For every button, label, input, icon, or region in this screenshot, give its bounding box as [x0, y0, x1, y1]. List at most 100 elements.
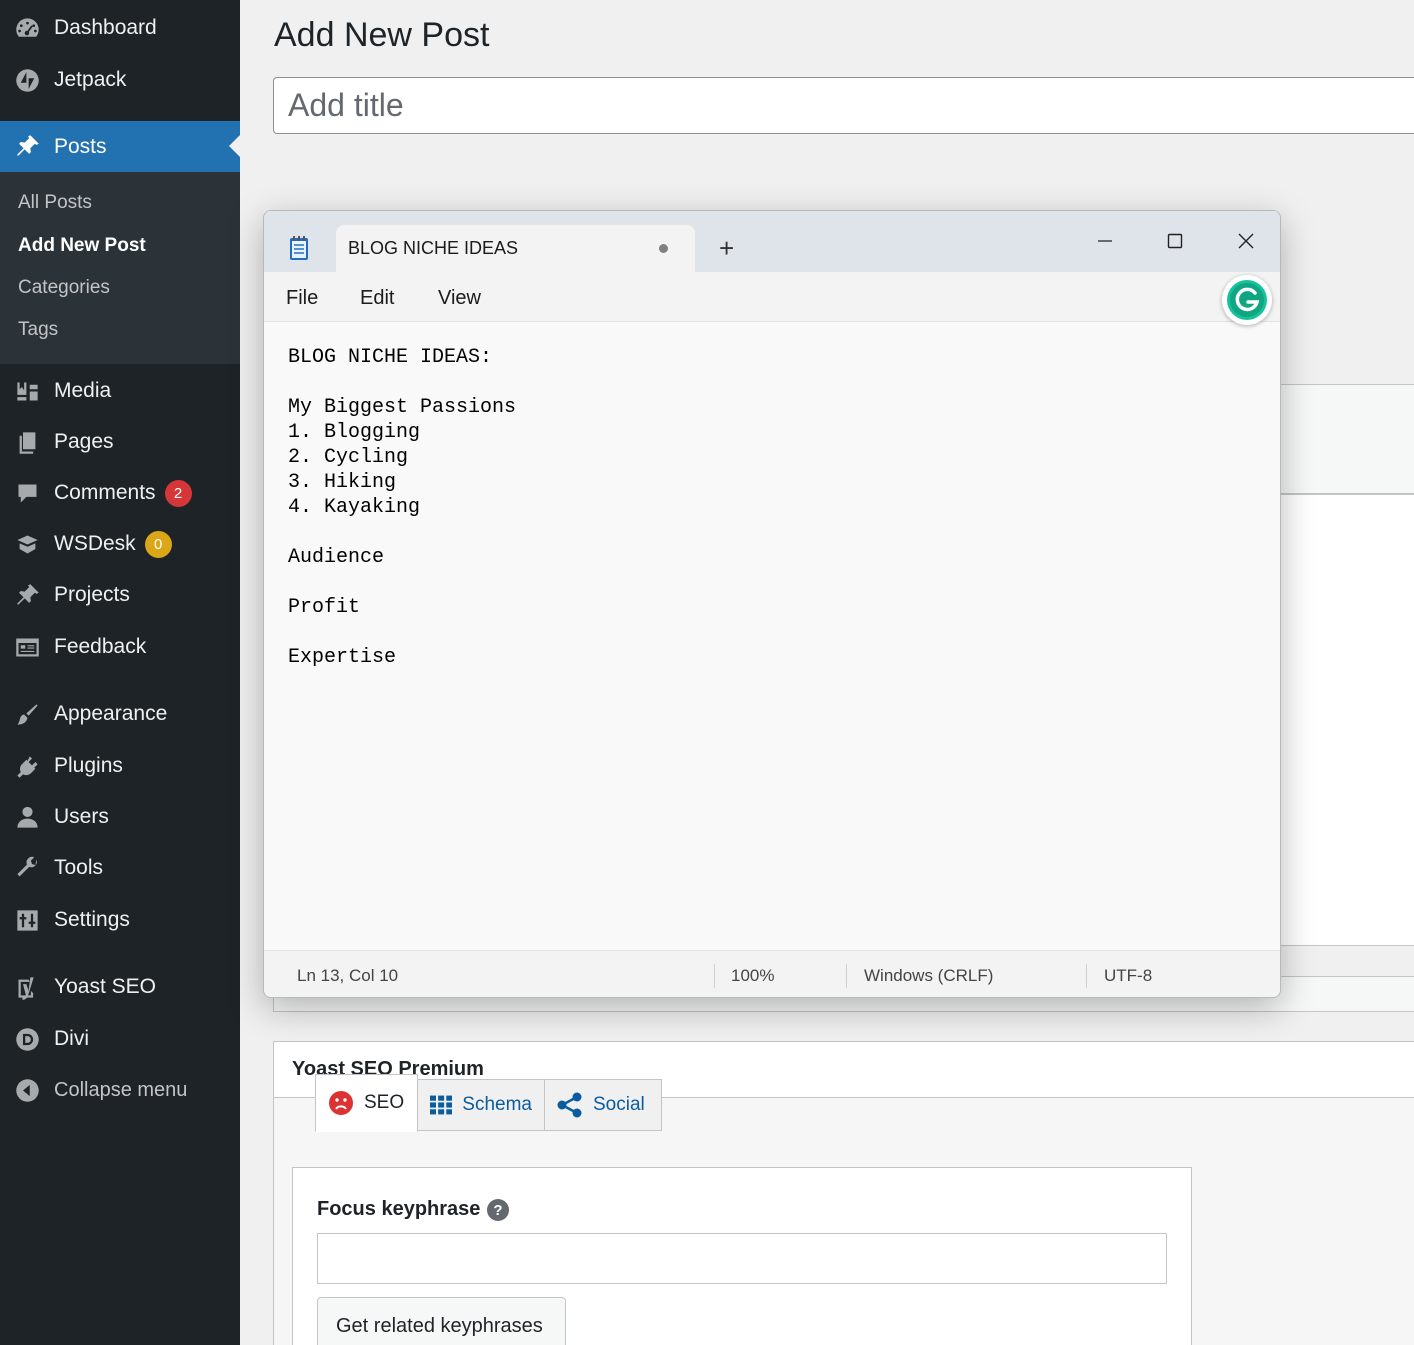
sidebar-item-label: Tools — [54, 856, 104, 879]
sidebar-item-dashboard[interactable]: Dashboard — [0, 4, 240, 52]
tab-social[interactable]: Social — [544, 1079, 662, 1131]
wsdesk-count-badge: 0 — [144, 530, 172, 558]
sidebar-item-label: Feedback — [54, 635, 147, 658]
user-icon — [0, 804, 54, 831]
status-divider — [846, 964, 847, 988]
sidebar-item-posts[interactable]: Posts — [0, 121, 240, 172]
grid-icon — [430, 1095, 453, 1115]
media-icon — [0, 378, 54, 405]
tab-seo[interactable]: SEO — [315, 1074, 418, 1132]
sidebar-item-label: Jetpack — [54, 68, 127, 91]
maximize-icon — [1167, 233, 1183, 249]
comments-count-badge: 2 — [164, 479, 192, 507]
sidebar-item-jetpack[interactable]: Jetpack — [0, 56, 240, 104]
wsdesk-icon — [0, 531, 54, 558]
zoom-level[interactable]: 100% — [731, 966, 774, 986]
submenu-all-posts[interactable]: All Posts — [18, 192, 92, 214]
yoast-icon — [0, 974, 54, 1001]
pages-icon — [0, 429, 54, 456]
status-divider — [714, 964, 715, 988]
unsaved-dot-icon[interactable] — [659, 244, 668, 253]
brush-icon — [0, 701, 54, 728]
status-divider — [1086, 964, 1087, 988]
notepad-window: BLOG NICHE IDEAS + File Edit View BLOG N… — [263, 210, 1281, 998]
sidebar-item-label: Plugins — [54, 754, 123, 777]
pin-icon — [0, 133, 54, 160]
notepad-text-area[interactable]: BLOG NICHE IDEAS: My Biggest Passions 1.… — [288, 345, 516, 670]
sidebar-item-label: Posts — [54, 134, 107, 158]
sidebar-item-yoast[interactable]: Yoast SEO — [0, 963, 240, 1011]
notepad-icon — [290, 236, 308, 260]
settings-icon — [0, 907, 54, 934]
sidebar-item-tools[interactable]: Tools — [0, 844, 240, 892]
tab-label: Social — [593, 1094, 645, 1115]
page-title: Add New Post — [274, 16, 490, 54]
cursor-position: Ln 13, Col 10 — [297, 966, 399, 985]
sidebar-item-label: Settings — [54, 908, 130, 931]
posts-submenu: All Posts Add New Post Categories Tags — [0, 172, 240, 364]
sidebar-item-label: Appearance — [54, 702, 168, 725]
feedback-icon — [0, 634, 54, 661]
dashboard-icon — [0, 15, 54, 42]
notepad-menubar: File Edit View — [264, 272, 1280, 322]
sidebar-item-users[interactable]: Users — [0, 793, 240, 841]
sidebar-item-label: Dashboard — [54, 16, 157, 39]
editor-content-panel — [1270, 494, 1414, 946]
submenu-tags[interactable]: Tags — [18, 319, 58, 341]
sidebar-item-label: Users — [54, 805, 109, 828]
divi-icon — [0, 1026, 54, 1053]
sidebar-item-label: Collapse menu — [54, 1078, 188, 1101]
sidebar-item-label: Yoast SEO — [54, 975, 156, 998]
focus-keyphrase-label: Focus keyphrase — [317, 1198, 481, 1220]
close-icon — [1238, 233, 1254, 249]
sidebar-item-divi[interactable]: Divi — [0, 1015, 240, 1063]
collapse-menu-button[interactable]: Collapse menu — [0, 1066, 240, 1114]
close-button[interactable] — [1223, 221, 1269, 261]
minimize-button[interactable] — [1082, 221, 1128, 261]
sidebar-item-pages[interactable]: Pages — [0, 418, 240, 466]
plugin-icon — [0, 753, 54, 780]
comment-icon — [0, 480, 54, 507]
sidebar-item-label: Pages — [54, 430, 114, 453]
new-tab-button[interactable]: + — [719, 235, 734, 261]
notepad-titlebar[interactable]: BLOG NICHE IDEAS + — [264, 211, 1280, 273]
sidebar-item-comments[interactable]: Comments 2 — [0, 469, 240, 517]
sidebar-item-label: Comments — [54, 481, 156, 504]
pin-icon — [0, 582, 54, 609]
sidebar-item-label: Projects — [54, 583, 130, 606]
encoding[interactable]: UTF-8 — [1104, 966, 1152, 986]
sidebar-item-label: Divi — [54, 1027, 89, 1050]
line-endings[interactable]: Windows (CRLF) — [864, 966, 993, 986]
grammarly-button[interactable] — [1222, 275, 1272, 325]
help-icon[interactable]: ? — [487, 1199, 509, 1221]
sidebar-item-plugins[interactable]: Plugins — [0, 742, 240, 790]
menu-view[interactable]: View — [438, 287, 481, 310]
grammarly-icon — [1227, 280, 1267, 320]
sidebar-item-projects[interactable]: Projects — [0, 571, 240, 619]
tab-label: Schema — [462, 1094, 532, 1115]
sidebar-item-wsdesk[interactable]: WSDesk 0 — [0, 520, 240, 568]
focus-keyphrase-input[interactable] — [317, 1233, 1167, 1284]
sidebar-item-settings[interactable]: Settings — [0, 896, 240, 944]
admin-sidebar: Dashboard Jetpack Posts All Posts Add Ne… — [0, 0, 240, 1345]
sidebar-item-appearance[interactable]: Appearance — [0, 690, 240, 738]
submenu-add-new-post[interactable]: Add New Post — [18, 235, 146, 257]
notepad-statusbar: Ln 13, Col 10 100% Windows (CRLF) UTF-8 — [264, 950, 1280, 997]
submenu-categories[interactable]: Categories — [18, 277, 110, 299]
tab-label: SEO — [364, 1092, 405, 1113]
share-icon — [557, 1092, 582, 1118]
minimize-icon — [1098, 240, 1112, 242]
sidebar-item-feedback[interactable]: Feedback — [0, 623, 240, 671]
collapse-icon — [0, 1077, 54, 1104]
notepad-tab[interactable]: BLOG NICHE IDEAS — [336, 225, 695, 273]
tab-schema[interactable]: Schema — [417, 1079, 545, 1131]
sidebar-item-media[interactable]: Media — [0, 367, 240, 415]
sidebar-item-label: Media — [54, 379, 112, 402]
maximize-button[interactable] — [1152, 221, 1198, 261]
post-title-input[interactable] — [273, 77, 1414, 134]
menu-file[interactable]: File — [286, 287, 318, 310]
get-related-keyphrases-button[interactable]: Get related keyphrases — [317, 1297, 566, 1345]
sad-face-icon — [329, 1091, 353, 1115]
sidebar-item-label: WSDesk — [54, 532, 136, 555]
menu-edit[interactable]: Edit — [360, 287, 394, 310]
